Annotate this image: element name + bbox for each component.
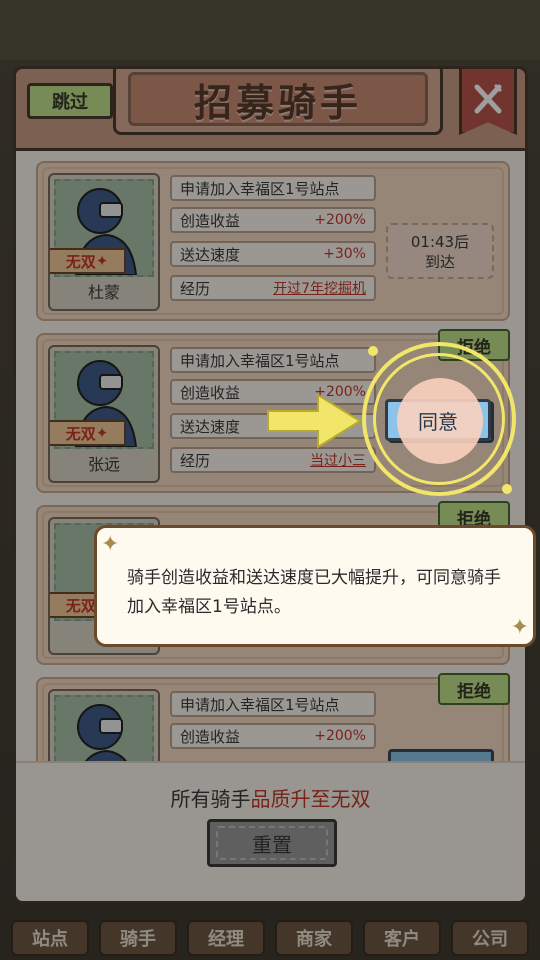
speed-row: 送达速度 +30%: [170, 241, 376, 267]
apply-text: 申请加入幸福区1号站点: [170, 175, 376, 201]
quality-tag: 无双 ✦: [50, 248, 126, 274]
nav-station-button[interactable]: 站点: [11, 920, 89, 956]
highlight-ring-inner: [373, 353, 505, 485]
ring-dot: [502, 484, 512, 494]
rider-name: 杜蒙: [87, 283, 120, 302]
apply-text: 申请加入幸福区1号站点: [170, 347, 376, 373]
rider-name: 张远: [87, 455, 120, 474]
skip-button[interactable]: 跳过: [27, 83, 113, 119]
income-row: 创造收益 +200%: [170, 207, 376, 233]
tooltip-text: 骑手创造收益和送达速度已大幅提升，可同意骑手加入幸福区1号站点。: [127, 568, 501, 617]
nav-customer-button[interactable]: 客户: [363, 920, 441, 956]
experience-row: 经历 开过7年挖掘机: [170, 275, 376, 301]
rider-card: 无双 ✦ 杜蒙 申请加入幸福区1号站点 创造收益 +200% 送达速度 +30% 经…: [36, 161, 510, 321]
nav-merchant-button[interactable]: 商家: [275, 920, 353, 956]
tutorial-tooltip: ✦ ✦ 骑手创造收益和送达速度已大幅提升，可同意骑手加入幸福区1号站点。: [94, 525, 536, 647]
restaurant-badge: [459, 69, 517, 135]
sparkle-icon: ✦: [95, 424, 109, 442]
title-plate: 招募骑手: [113, 69, 443, 135]
reject-button[interactable]: 拒绝: [438, 673, 510, 705]
sparkle-icon: ✦: [95, 252, 109, 270]
rider-avatar: 无双 ✦ 杜蒙: [48, 173, 160, 311]
quality-tag: 无双 ✦: [50, 420, 126, 446]
arrival-timer: 01:43后 到达: [386, 223, 494, 279]
fork-knife-icon: [474, 83, 503, 114]
pointer-arrow-icon: [267, 393, 362, 449]
apply-text: 申请加入幸福区1号站点: [170, 691, 376, 717]
experience-row: 经历 当过小三: [170, 447, 376, 473]
income-row: 创造收益 +200%: [170, 723, 376, 749]
ring-dot: [368, 346, 378, 356]
upgrade-status-text: 所有骑手品质升至无双: [170, 787, 371, 811]
top-status-strip: [0, 0, 540, 60]
sparkle-icon: ✦: [101, 532, 120, 557]
dialog-header: 跳过 招募骑手: [16, 69, 525, 151]
nav-manager-button[interactable]: 经理: [187, 920, 265, 956]
reset-button[interactable]: 重置: [207, 819, 337, 867]
dialog-footer: 所有骑手品质升至无双 重置: [16, 761, 525, 901]
nav-company-button[interactable]: 公司: [451, 920, 529, 956]
rider-avatar: 无双 ✦ 张远: [48, 345, 160, 483]
sparkle-icon: ✦: [510, 615, 529, 640]
bottom-navigation: 站点 骑手 经理 商家 客户 公司: [0, 898, 540, 960]
nav-rider-button[interactable]: 骑手: [99, 920, 177, 956]
dialog-title: 招募骑手: [128, 72, 428, 126]
